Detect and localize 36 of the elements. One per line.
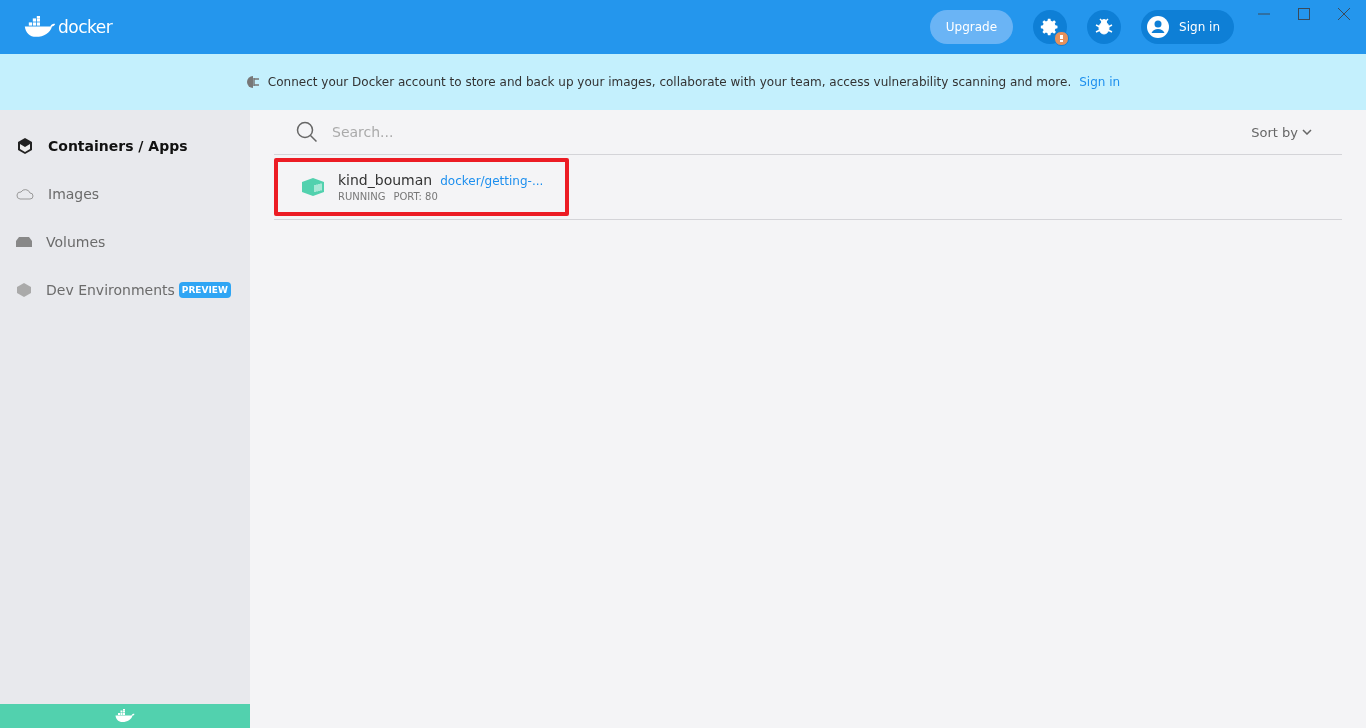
- maximize-icon[interactable]: [1298, 8, 1310, 20]
- search-field[interactable]: Search...: [330, 123, 1234, 141]
- status-text: RUNNING: [338, 191, 386, 202]
- banner-message: Connect your Docker account to store and back up your images, collaborate with your team, access vulnerability scanning and more.: [267, 75, 1072, 89]
- settings-button[interactable]: [1033, 10, 1068, 44]
- sign-in-link[interactable]: Sign in: [1079, 75, 1121, 89]
- plug-icon: [245, 75, 260, 89]
- sidebar-label: Images: [48, 186, 100, 202]
- preview-badge: PREVIEW: [178, 282, 231, 298]
- chevron-down-icon: [1302, 129, 1312, 135]
- container-icon: [302, 178, 324, 196]
- user-icon: [1147, 16, 1170, 38]
- port-text: PORT: 80: [393, 191, 438, 202]
- sidebar-label: Containers / Apps: [48, 138, 188, 154]
- container-name[interactable]: kind_bouman: [338, 172, 433, 188]
- whale-logo-icon: [115, 709, 135, 723]
- settings-icon: [1040, 17, 1061, 37]
- search-icon: [296, 121, 318, 143]
- sidebar-label: Dev Environments: [46, 282, 175, 298]
- sidebar-item[interactable]: Images: [0, 170, 250, 218]
- bug-report-button[interactable]: [1087, 10, 1122, 44]
- sidebar-label: Volumes: [46, 234, 106, 250]
- sign-in-button[interactable]: Sign in: [1141, 10, 1234, 44]
- logo-text: docker: [58, 17, 113, 37]
- sidebar-item[interactable]: Containers / Apps: [0, 122, 250, 170]
- sort-by-button[interactable]: Sort by: [1245, 123, 1318, 141]
- layers-icon: [16, 282, 32, 298]
- image-link[interactable]: docker/getting-...: [440, 174, 544, 188]
- cube-icon: [16, 137, 34, 155]
- bug-icon: [1094, 17, 1115, 37]
- close-icon[interactable]: [1338, 8, 1350, 20]
- drive-icon: [16, 237, 32, 247]
- whale-logo-icon: [24, 15, 56, 39]
- sidebar-item[interactable]: Dev Environments PREVIEW: [0, 266, 250, 314]
- sidebar-item[interactable]: Volumes: [0, 218, 250, 266]
- cloud-icon: [16, 188, 34, 200]
